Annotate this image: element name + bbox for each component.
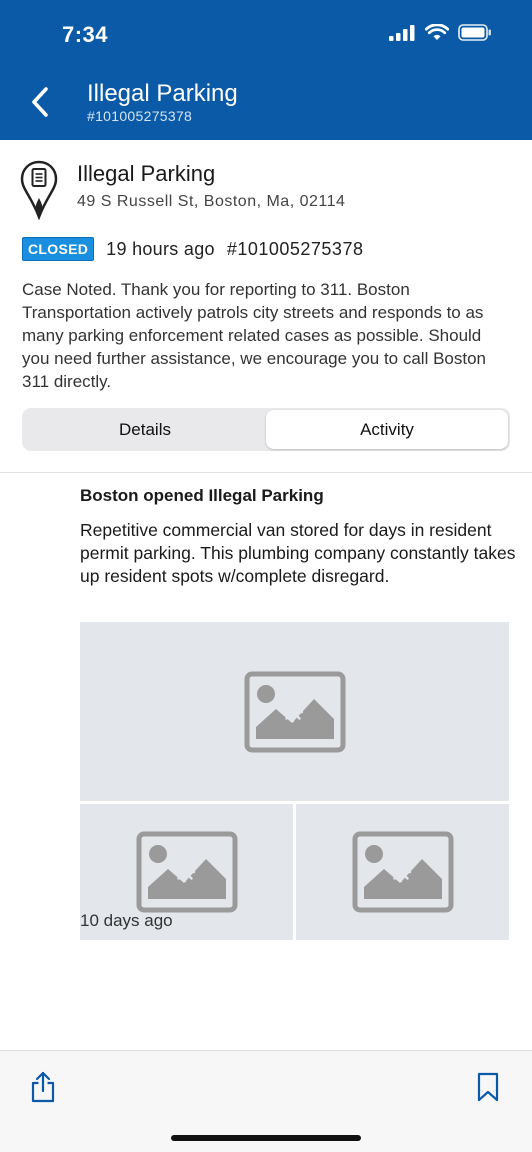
activity-photo-main[interactable] (80, 622, 509, 801)
status-badge: CLOSED (22, 237, 95, 261)
image-placeholder-icon (136, 831, 237, 913)
tab-activity[interactable]: Activity (266, 410, 508, 449)
status-time: 7:34 (62, 22, 109, 47)
home-indicator (171, 1135, 361, 1141)
case-description: Case Noted. Thank you for reporting to 3… (22, 280, 487, 391)
case-address: 49 S Russell St, Boston, Ma, 02114 (77, 193, 346, 210)
status-icons (389, 24, 492, 41)
image-placeholder-icon (244, 671, 345, 752)
bottom-toolbar (0, 1050, 532, 1152)
share-button[interactable] (26, 1067, 60, 1107)
activity-photo-3[interactable] (296, 804, 509, 940)
battery-icon (458, 24, 491, 41)
nav-subtitle: #101005275378 (87, 108, 193, 124)
case-id: #101005275378 (226, 238, 364, 259)
tab-details[interactable]: Details (24, 410, 266, 449)
activity-title: Boston opened Illegal Parking (80, 486, 324, 505)
back-button[interactable] (22, 80, 58, 124)
case-title: Illegal Parking (77, 161, 216, 186)
status-bar: 7:34 (0, 0, 532, 70)
tab-segment-control: Details Activity (22, 408, 510, 451)
wifi-icon (425, 24, 449, 40)
bookmark-icon (477, 1072, 499, 1102)
share-icon (31, 1071, 55, 1103)
map-pin-document-icon (20, 160, 58, 221)
activity-time-ago: 10 days ago (80, 911, 173, 930)
chevron-left-icon (32, 87, 48, 117)
case-meta: CLOSED 19 hours ago #101005275378 (22, 237, 363, 261)
activity-body: Repetitive commercial van stored for day… (80, 520, 516, 586)
case-time-ago: 19 hours ago (106, 238, 215, 259)
signal-icon (389, 24, 415, 41)
nav-title: Illegal Parking (87, 80, 238, 107)
app-header: 7:34 Illegal Parking #101005275378 (0, 0, 532, 140)
bookmark-button[interactable] (472, 1067, 504, 1107)
image-placeholder-icon (352, 831, 453, 913)
divider (0, 472, 532, 473)
